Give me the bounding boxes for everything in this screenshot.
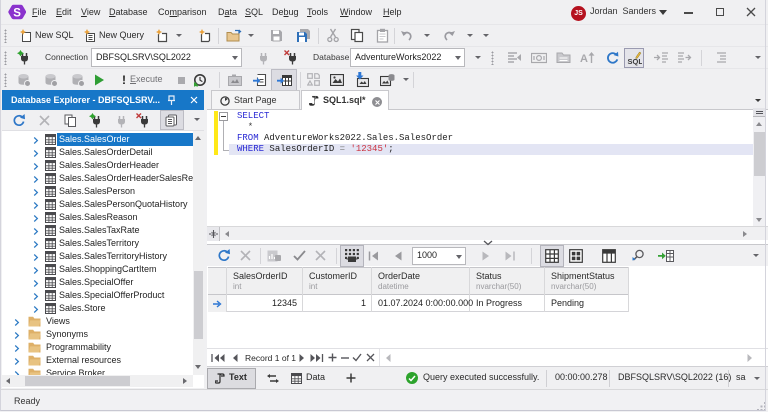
svg-text:SQL: SQL — [628, 57, 643, 66]
svg-text:A: A — [580, 53, 588, 65]
svg-text:S: S — [13, 8, 21, 20]
